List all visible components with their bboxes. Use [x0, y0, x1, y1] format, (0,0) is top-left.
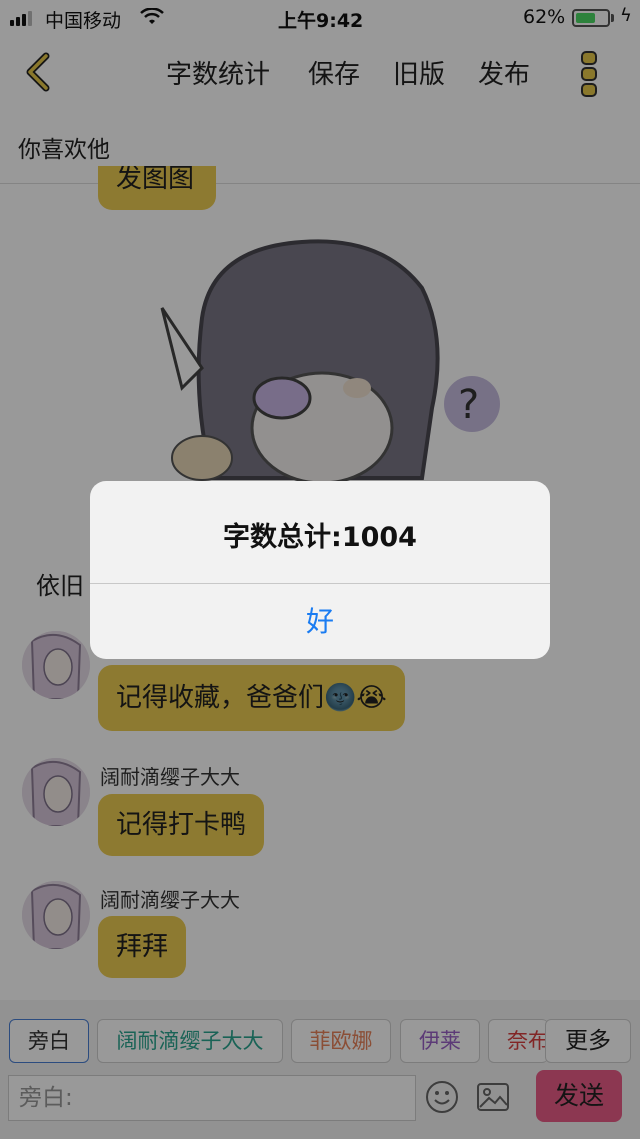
ok-button[interactable]: 好	[90, 584, 550, 659]
alert-dialog: 字数总计:1004 好	[90, 481, 550, 659]
alert-message: 字数总计:1004	[223, 522, 417, 553]
